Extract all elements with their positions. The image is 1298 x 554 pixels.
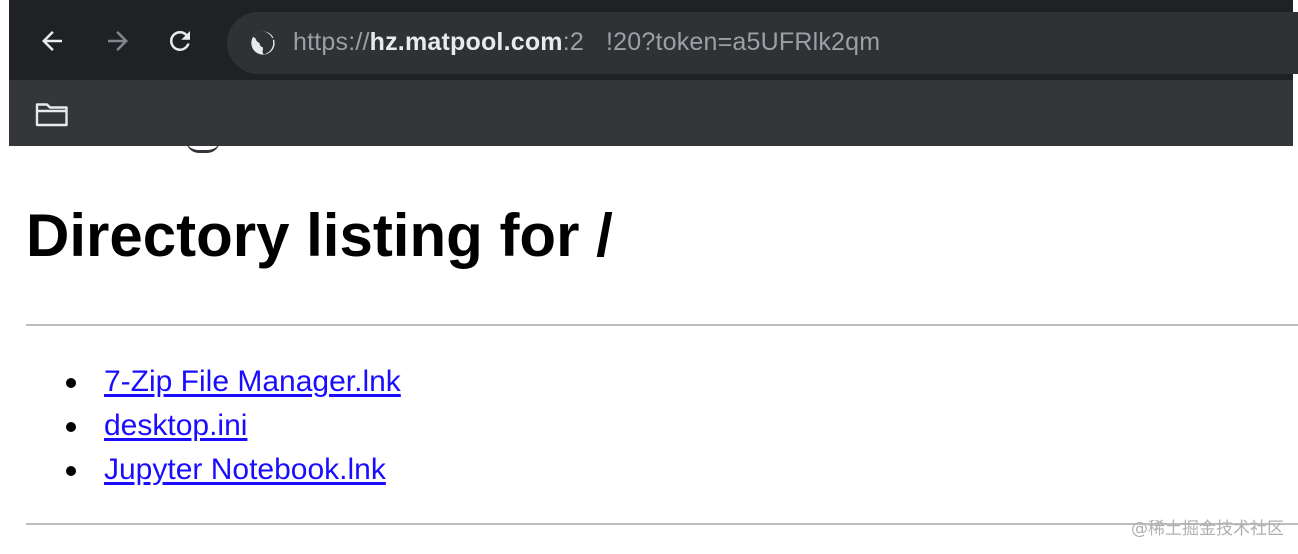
- file-link-7zip[interactable]: 7-Zip File Manager.lnk: [104, 365, 401, 398]
- bookmarks-bar: [9, 80, 1293, 146]
- url-port-prefix: :2: [562, 28, 584, 56]
- folder-icon[interactable]: [35, 100, 69, 128]
- url-text[interactable]: https://hz.matpool.com:2 !20?token=a5UFRl…: [293, 27, 880, 57]
- reload-button[interactable]: [161, 22, 199, 60]
- reload-icon: [169, 30, 190, 51]
- bullet-icon: [66, 466, 76, 476]
- forward-arrow-icon: [108, 31, 128, 51]
- file-link-jupyter[interactable]: Jupyter Notebook.lnk: [104, 453, 386, 486]
- page-title: Directory listing for /: [26, 202, 613, 269]
- bottom-divider: [26, 523, 1298, 525]
- top-divider: [26, 324, 1298, 326]
- file-link-desktop-ini[interactable]: desktop.ini: [104, 409, 247, 442]
- watermark: @稀土掘金技术社区: [1131, 519, 1284, 539]
- file-list: 7-Zip File Manager.lnk desktop.ini Jupyt…: [66, 360, 401, 492]
- url-rest: !20?token=a5UFRlk2qm: [605, 28, 881, 56]
- list-item: Jupyter Notebook.lnk: [66, 448, 401, 492]
- browser-chrome: https://hz.matpool.com:2 !20?token=a5UFRl…: [9, 0, 1298, 146]
- address-bar[interactable]: https://hz.matpool.com:2 !20?token=a5UFRl…: [227, 12, 1298, 74]
- url-scheme: https://: [293, 28, 370, 56]
- url-host: hz.matpool.com: [369, 28, 563, 56]
- back-arrow-icon: [42, 31, 62, 51]
- browser-toolbar: https://hz.matpool.com:2 !20?token=a5UFRl…: [9, 0, 1298, 80]
- tab-edge: [186, 140, 220, 153]
- list-item: 7-Zip File Manager.lnk: [66, 360, 401, 404]
- back-button[interactable]: [33, 22, 71, 60]
- forward-button[interactable]: [99, 22, 137, 60]
- bullet-icon: [66, 422, 76, 432]
- globe-icon[interactable]: [249, 29, 277, 57]
- page: https://hz.matpool.com:2 !20?token=a5UFRl…: [0, 0, 1298, 554]
- bullet-icon: [66, 378, 76, 388]
- list-item: desktop.ini: [66, 404, 401, 448]
